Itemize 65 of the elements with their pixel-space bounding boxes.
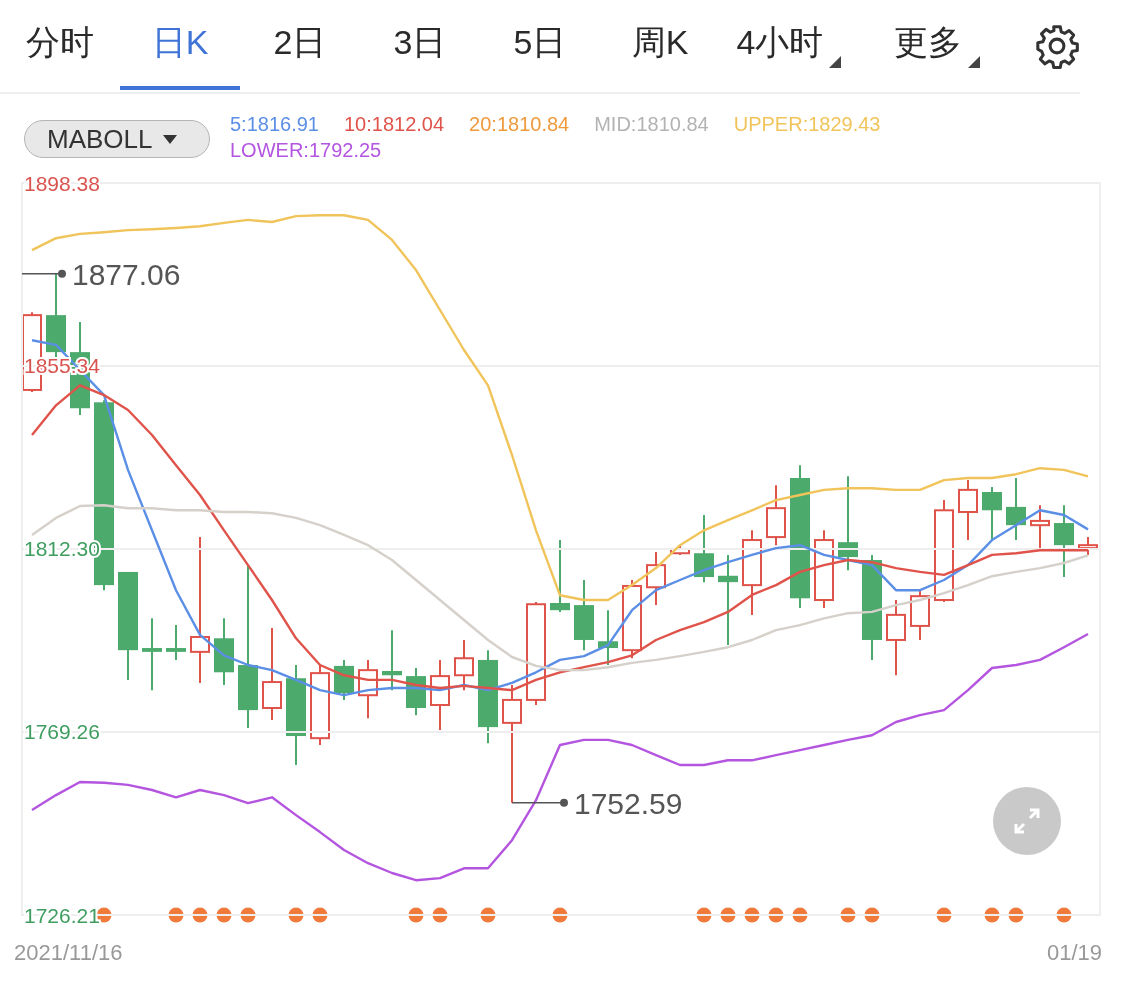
event-dot xyxy=(216,907,232,923)
event-dot xyxy=(720,907,736,923)
legend-value: 5:1816.91 xyxy=(230,112,319,136)
candlestick xyxy=(1006,477,1026,542)
candlestick xyxy=(766,484,786,547)
candlestick xyxy=(670,544,690,556)
candlestick xyxy=(598,609,618,667)
event-dot xyxy=(840,907,856,923)
period-tab[interactable]: 2日 xyxy=(240,0,360,90)
price-axis-label: 1898.38 xyxy=(24,171,100,195)
price-axis-label: 1812.30 xyxy=(24,537,100,561)
event-dot xyxy=(1056,907,1072,923)
legend-value: LOWER:1792.25 xyxy=(230,138,382,162)
event-dot xyxy=(240,907,256,923)
date-label: 01/19 xyxy=(1046,940,1102,966)
period-tab[interactable]: 日K xyxy=(120,0,240,90)
candlestick xyxy=(166,624,186,661)
extreme-price-label: 1752.59 xyxy=(574,786,683,820)
candlestick xyxy=(382,629,402,692)
legend-value: 20:1810.84 xyxy=(469,112,570,136)
period-tab[interactable]: 3日 xyxy=(360,0,480,90)
candlestick xyxy=(694,513,714,584)
candlestick xyxy=(982,485,1002,542)
caret-icon xyxy=(162,134,177,144)
event-dot xyxy=(480,907,496,923)
event-dot xyxy=(696,907,712,923)
leader-line xyxy=(21,269,66,278)
event-dot xyxy=(168,907,184,923)
event-dot xyxy=(744,907,760,923)
event-dot xyxy=(432,907,448,923)
event-dot xyxy=(288,907,304,923)
candlestick xyxy=(334,658,354,701)
period-tab[interactable]: 分时 xyxy=(0,0,120,90)
event-dot xyxy=(552,907,568,923)
candlestick xyxy=(910,589,930,641)
candlestick xyxy=(214,617,234,687)
indicator-dropdown[interactable]: MABOLL xyxy=(24,120,210,158)
candlestick xyxy=(646,550,666,607)
date-label: 2021/11/16 xyxy=(14,940,123,966)
event-dot xyxy=(408,907,424,923)
legend-value: UPPER:1829.43 xyxy=(733,112,881,136)
event-dot xyxy=(312,907,328,923)
event-dot xyxy=(984,907,1000,923)
event-dot xyxy=(936,907,952,923)
event-dot xyxy=(864,907,880,923)
extreme-price-label: 1877.06 xyxy=(72,257,181,291)
legend-value: MID:1810.84 xyxy=(594,112,709,136)
price-axis-label: 1726.21 xyxy=(24,903,100,927)
period-tab[interactable]: 5日 xyxy=(480,0,600,90)
event-dot xyxy=(768,907,784,923)
legend-value: 10:1812.04 xyxy=(344,112,445,136)
event-dot xyxy=(1008,907,1024,923)
candlestick xyxy=(1078,536,1098,556)
candlestick xyxy=(454,638,474,692)
leader-line xyxy=(511,798,568,807)
price-axis-label: 1769.26 xyxy=(24,720,100,744)
candlestick xyxy=(958,479,978,542)
event-dot xyxy=(792,907,808,923)
candlestick xyxy=(358,658,378,720)
period-tab[interactable]: 更多 xyxy=(840,0,1016,90)
candlestick xyxy=(406,667,426,717)
period-tab[interactable]: 4小时 xyxy=(720,0,840,90)
candlestick xyxy=(1030,504,1050,551)
event-dot xyxy=(192,907,208,923)
period-tab[interactable]: 周K xyxy=(600,0,720,90)
